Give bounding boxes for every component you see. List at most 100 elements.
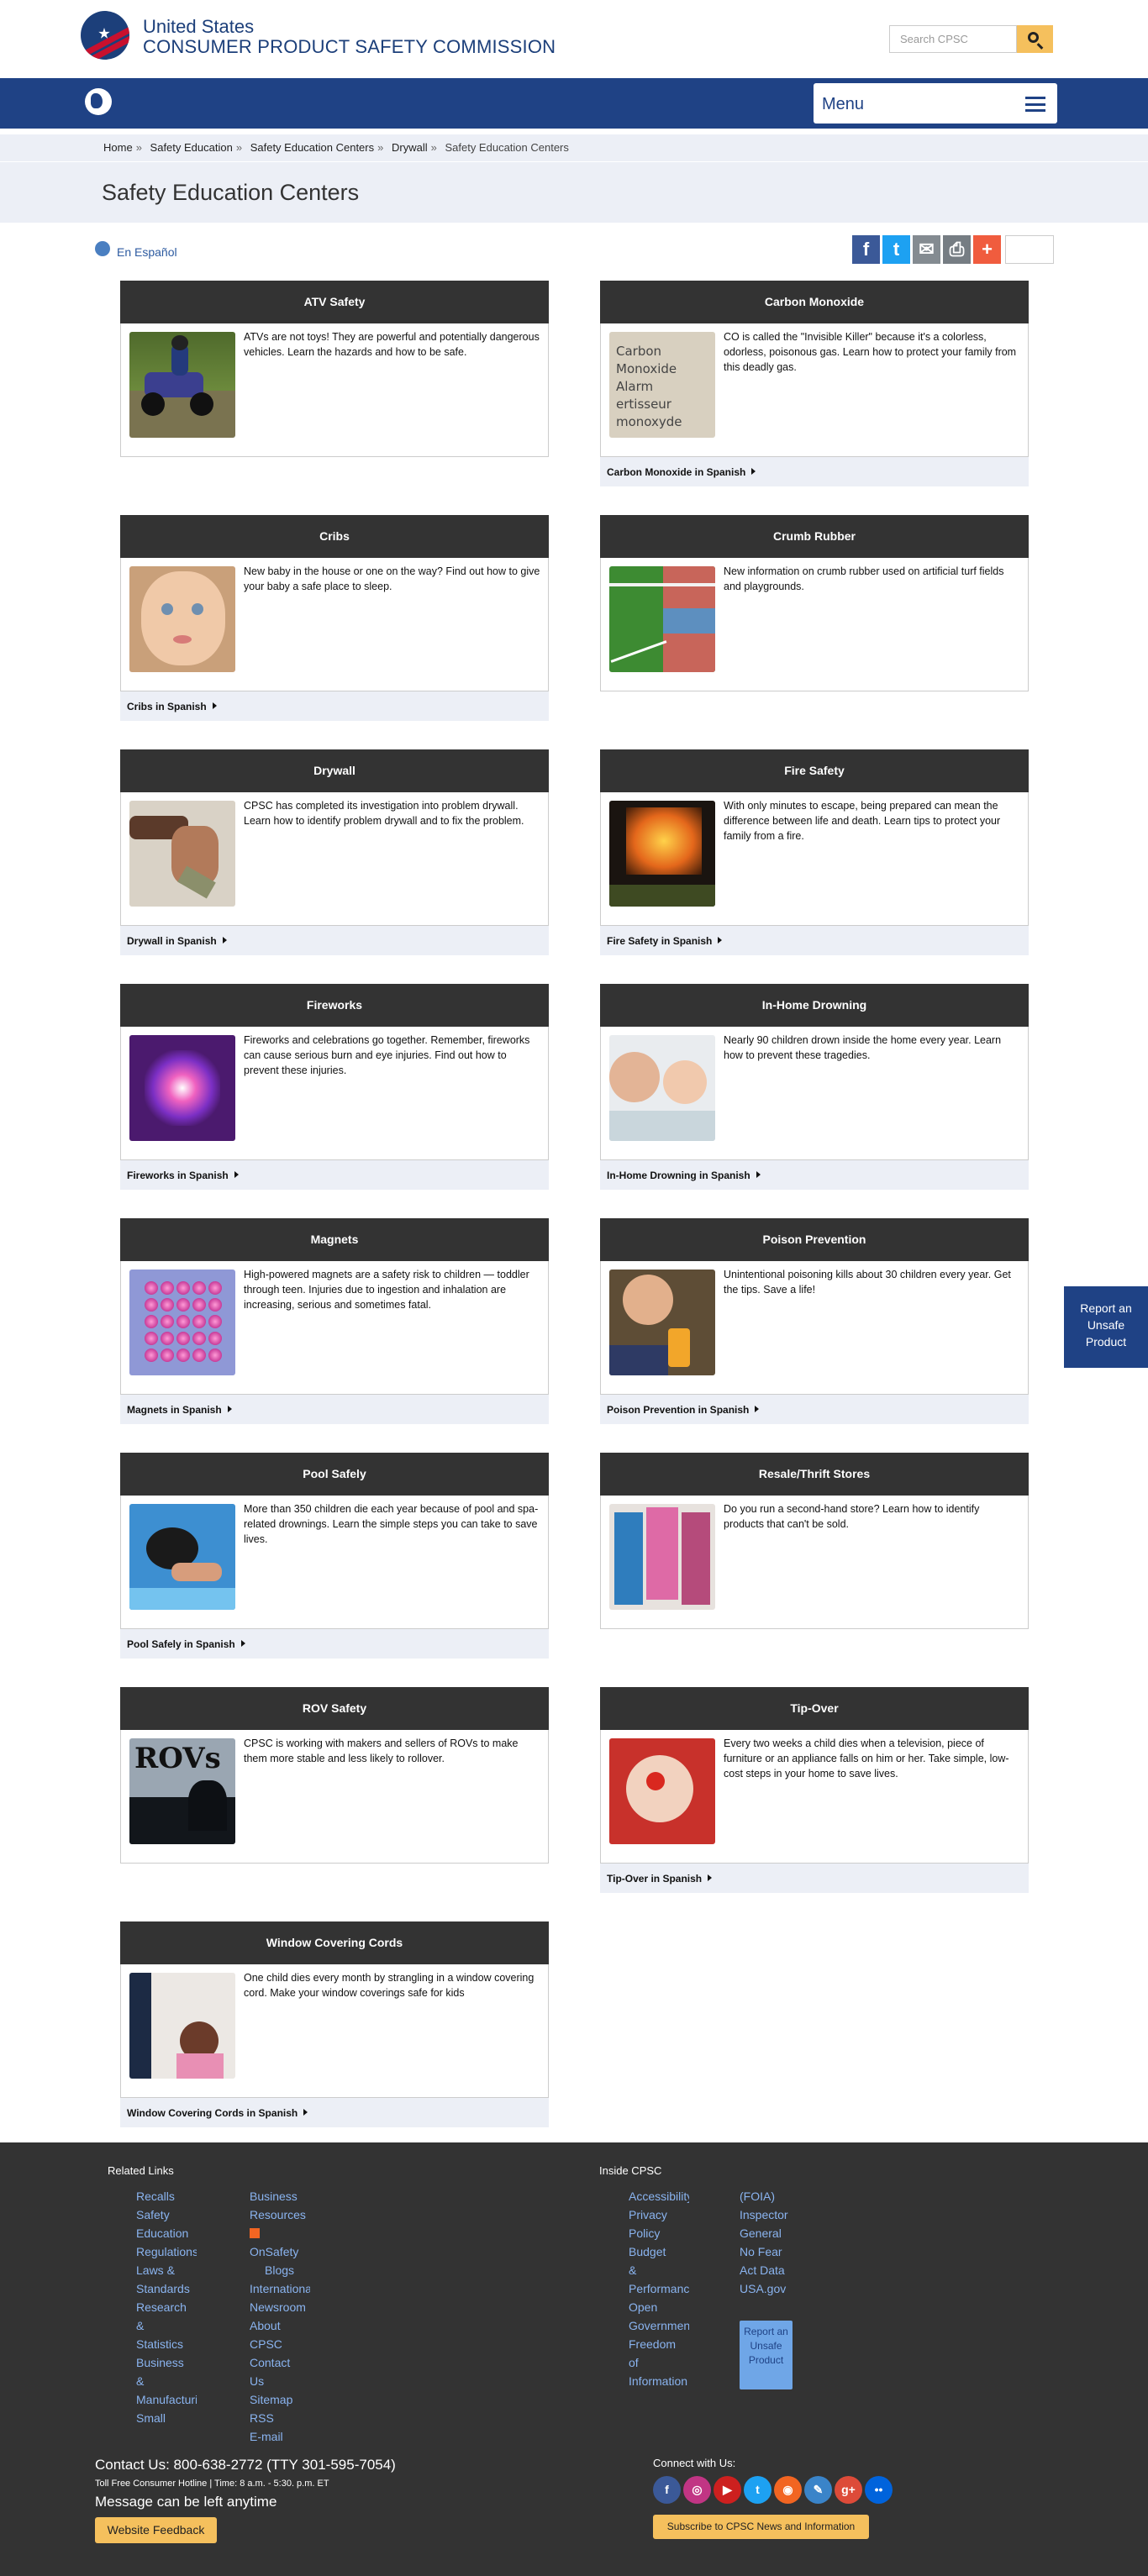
org-name-line1[interactable]: United States <box>143 16 254 38</box>
footer-link[interactable]: RSS <box>250 2409 310 2427</box>
card-image[interactable] <box>129 1973 235 2079</box>
card-image[interactable] <box>609 1738 715 1844</box>
footer-link[interactable]: & <box>136 2316 197 2335</box>
spanish-link[interactable]: Fire Safety in Spanish <box>600 926 1029 955</box>
card-image[interactable] <box>129 801 235 907</box>
footer-link[interactable]: International <box>250 2279 310 2298</box>
footer-link[interactable]: Manufacturing <box>136 2390 197 2409</box>
card-image[interactable] <box>609 801 715 907</box>
footer-link[interactable]: Education <box>136 2224 197 2242</box>
footer-link[interactable]: & <box>136 2372 197 2390</box>
footer-link[interactable]: & <box>629 2261 689 2279</box>
twitter-icon[interactable]: t <box>744 2476 771 2504</box>
card-title[interactable]: Poison Prevention <box>600 1218 1029 1261</box>
youtube-icon[interactable]: ▶ <box>714 2476 741 2504</box>
search-input[interactable]: Search CPSC <box>889 25 1017 53</box>
twitter-share-icon[interactable]: t <box>882 235 910 264</box>
org-name-line2[interactable]: CONSUMER PRODUCT SAFETY COMMISSION <box>143 36 556 58</box>
spanish-link[interactable]: Fireworks in Spanish <box>120 1160 549 1190</box>
card-title[interactable]: Fireworks <box>120 984 549 1027</box>
footer-link[interactable]: No Fear <box>740 2242 800 2261</box>
footer-link[interactable]: Small <box>136 2409 197 2427</box>
card-title[interactable]: Crumb Rubber <box>600 515 1029 558</box>
menu-button[interactable]: Menu <box>814 83 1057 124</box>
spanish-link[interactable]: Window Covering Cords in Spanish <box>120 2098 549 2127</box>
spanish-link[interactable]: Drywall in Spanish <box>120 926 549 955</box>
footer-link[interactable]: USA.gov <box>740 2279 800 2298</box>
footer-link[interactable]: Government <box>629 2316 689 2335</box>
card-title[interactable]: Resale/Thrift Stores <box>600 1453 1029 1496</box>
addthis-plus-icon[interactable]: + <box>973 235 1001 264</box>
website-feedback-button[interactable]: Website Feedback <box>95 2517 217 2543</box>
card-image[interactable] <box>129 1035 235 1141</box>
card-title[interactable]: Pool Safely <box>120 1453 549 1496</box>
email-share-icon[interactable]: ✉ <box>913 235 940 264</box>
globe-icon[interactable] <box>85 88 112 115</box>
spanish-link[interactable]: In-Home Drowning in Spanish <box>600 1160 1029 1190</box>
card-image[interactable] <box>609 1504 715 1610</box>
breadcrumb-home[interactable]: Home <box>103 141 133 154</box>
spanish-link[interactable]: Cribs in Spanish <box>120 691 549 721</box>
footer-link[interactable]: Act Data <box>740 2261 800 2279</box>
card-image[interactable] <box>609 1035 715 1141</box>
card-title[interactable]: Fire Safety <box>600 749 1029 792</box>
print-icon[interactable]: ⎙ <box>943 235 971 264</box>
spanish-link[interactable]: Carbon Monoxide in Spanish <box>600 457 1029 486</box>
card-title[interactable]: Cribs <box>120 515 549 558</box>
cpsc-logo[interactable] <box>81 11 129 60</box>
footer-link[interactable]: Safety <box>136 2205 197 2224</box>
footer-link[interactable]: Regulations, <box>136 2242 197 2261</box>
footer-link[interactable]: Business <box>250 2187 310 2205</box>
footer-link[interactable]: Policy <box>629 2224 689 2242</box>
footer-link[interactable]: Blogs <box>250 2261 310 2279</box>
card-image[interactable] <box>609 566 715 672</box>
footer-link[interactable]: Standards <box>136 2279 197 2298</box>
card-image[interactable] <box>129 1270 235 1375</box>
card-image[interactable] <box>129 1504 235 1610</box>
footer-link[interactable]: Business <box>136 2353 197 2372</box>
card-title[interactable]: Drywall <box>120 749 549 792</box>
card-title[interactable]: Carbon Monoxide <box>600 281 1029 323</box>
search-button[interactable] <box>1017 25 1053 53</box>
card-title[interactable]: In-Home Drowning <box>600 984 1029 1027</box>
footer-link[interactable]: Freedom <box>629 2335 689 2353</box>
footer-link[interactable]: Sitemap <box>250 2390 310 2409</box>
report-unsafe-product-tab[interactable]: Report an Unsafe Product <box>1064 1286 1148 1368</box>
footer-link[interactable]: Resources <box>250 2205 310 2224</box>
footer-link[interactable]: General <box>740 2224 800 2242</box>
footer-link[interactable]: (FOIA) <box>740 2187 800 2205</box>
instagram-icon[interactable]: ◎ <box>683 2476 711 2504</box>
footer-link[interactable]: CPSC <box>250 2335 310 2353</box>
card-title[interactable]: ATV Safety <box>120 281 549 323</box>
card-image[interactable] <box>129 332 235 438</box>
card-image[interactable] <box>129 566 235 672</box>
spanish-link[interactable]: Tip-Over in Spanish <box>600 1864 1029 1893</box>
globe-icon[interactable] <box>95 241 110 256</box>
googleplus-icon[interactable]: g+ <box>835 2476 862 2504</box>
footer-link[interactable]: About <box>250 2316 310 2335</box>
footer-link[interactable]: Laws & <box>136 2261 197 2279</box>
footer-link[interactable]: Statistics <box>136 2335 197 2353</box>
spanish-link[interactable]: Magnets in Spanish <box>120 1395 549 1424</box>
spanish-link[interactable]: Poison Prevention in Spanish <box>600 1395 1029 1424</box>
card-image[interactable]: Carbon Monoxide Alarm ertisseur monoxyde <box>609 332 715 438</box>
card-image[interactable] <box>609 1270 715 1375</box>
rss-icon[interactable]: ◉ <box>774 2476 802 2504</box>
blog-icon[interactable]: ✎ <box>804 2476 832 2504</box>
footer-link[interactable]: Research <box>136 2298 197 2316</box>
card-title[interactable]: ROV Safety <box>120 1687 549 1730</box>
footer-link[interactable]: Open <box>629 2298 689 2316</box>
footer-link[interactable]: Us <box>250 2372 310 2390</box>
footer-link[interactable]: of <box>629 2353 689 2372</box>
footer-link[interactable]: Newsroom <box>250 2298 310 2316</box>
footer-link[interactable]: OnSafety <box>250 2224 310 2261</box>
footer-link[interactable]: Accessibility <box>629 2187 689 2205</box>
facebook-share-icon[interactable]: f <box>852 235 880 264</box>
card-title[interactable]: Window Covering Cords <box>120 1921 549 1964</box>
card-image[interactable]: ROVs <box>129 1738 235 1844</box>
breadcrumb-centers[interactable]: Safety Education Centers <box>250 141 374 154</box>
card-title[interactable]: Tip-Over <box>600 1687 1029 1730</box>
footer-link[interactable]: Performance <box>629 2279 689 2298</box>
flickr-icon[interactable]: •• <box>865 2476 893 2504</box>
subscribe-button[interactable]: Subscribe to CPSC News and Information <box>653 2515 869 2539</box>
